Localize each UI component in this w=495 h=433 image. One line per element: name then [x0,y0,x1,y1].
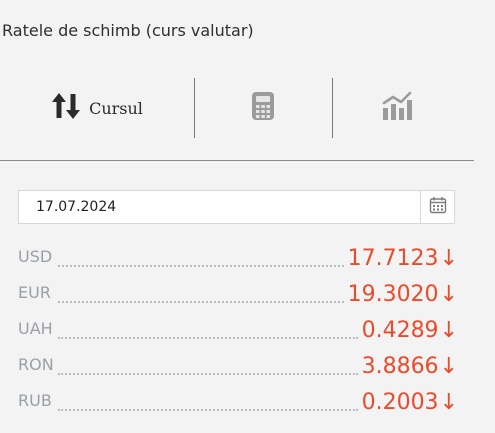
chart-icon [381,91,413,125]
tab-calculator[interactable] [195,78,331,138]
calendar-icon [429,196,447,218]
trend-down-icon: ↓ [439,354,458,379]
rate-value: 19.3020 [347,282,439,307]
dot-leader [58,283,344,303]
rate-value: 0.4289 [361,318,439,343]
rate-value: 0.2003 [361,390,439,415]
trend-down-icon: ↓ [439,318,458,343]
rate-row-rub: RUB 0.2003 ↓ [18,384,458,420]
dot-leader [58,391,358,411]
currency-code: RUB [18,391,52,410]
calculator-icon [251,91,275,125]
date-picker-button[interactable] [420,191,455,223]
rate-row-usd: USD 17.7123 ↓ [18,240,458,276]
exchange-rates-widget: Ratele de schimb (curs valutar) Cursul 1… [0,0,495,433]
rate-row-uah: UAH 0.4289 ↓ [18,312,458,348]
rate-row-ron: RON 3.8866 ↓ [18,348,458,384]
dot-leader [58,247,344,267]
section-divider [0,160,474,161]
widget-title: Ratele de schimb (curs valutar) [2,21,254,40]
currency-code: USD [18,247,53,266]
rate-value: 17.7123 [347,246,439,271]
trend-down-icon: ↓ [439,246,458,271]
tab-cursul-label: Cursul [89,98,143,118]
dot-leader [58,355,358,375]
rate-row-eur: EUR 19.3020 ↓ [18,276,458,312]
tab-bar: Cursul [0,78,474,138]
date-input[interactable] [19,191,420,223]
date-picker [18,190,455,224]
rate-value: 3.8866 [361,354,439,379]
dot-leader [58,319,358,339]
trend-down-icon: ↓ [439,282,458,307]
trend-down-icon: ↓ [439,390,458,415]
tab-chart[interactable] [333,78,461,138]
rates-list: USD 17.7123 ↓ EUR 19.3020 ↓ UAH 0.4289 ↓… [18,240,458,420]
up-down-arrows-icon [51,91,81,125]
tab-cursul[interactable]: Cursul [0,78,194,138]
currency-code: RON [18,355,54,374]
currency-code: UAH [18,319,53,338]
currency-code: EUR [18,283,51,302]
